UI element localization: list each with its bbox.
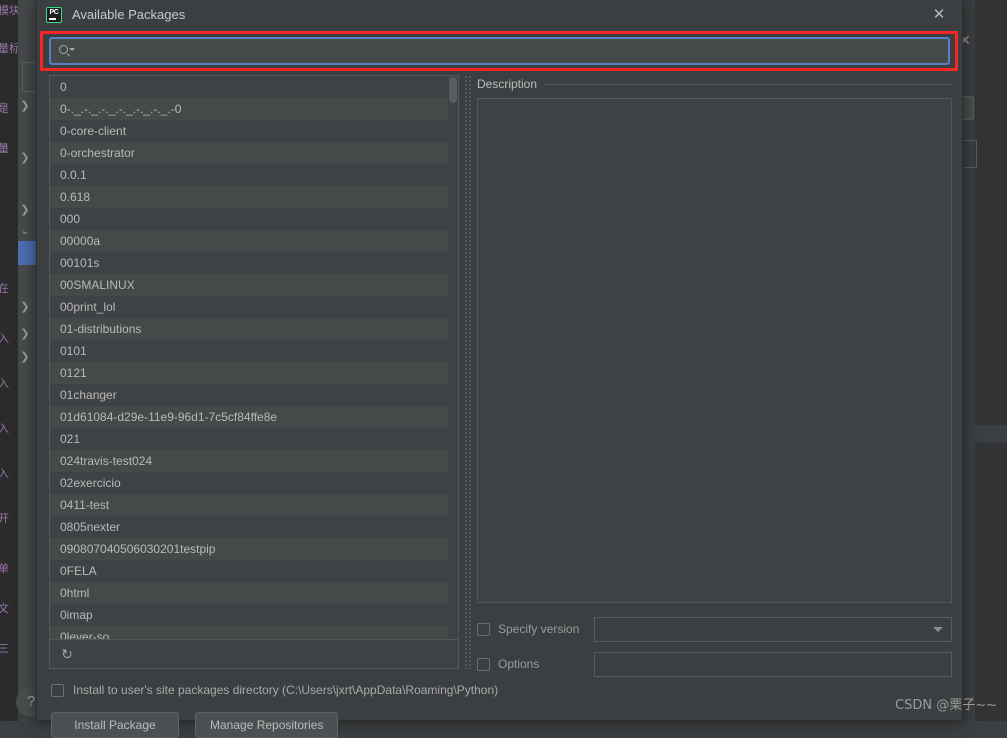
package-list-item[interactable]: 0101 bbox=[50, 340, 458, 362]
package-list-panel: 0 0-._.-._.-._.-._.-._.-._.-0 0-core-clien… bbox=[49, 75, 459, 669]
package-list-item[interactable]: 00000a bbox=[50, 230, 458, 252]
user-site-checkbox[interactable] bbox=[51, 683, 64, 697]
refresh-icon[interactable]: ↻ bbox=[59, 646, 75, 662]
dialog-title: Available Packages bbox=[72, 7, 186, 22]
background-cn-text: 入 bbox=[0, 422, 9, 435]
background-cn-text: 入 bbox=[0, 467, 9, 480]
search-input-wrapper[interactable] bbox=[49, 37, 950, 65]
package-list-item[interactable]: 0 bbox=[50, 76, 458, 98]
background-tree-chevron[interactable]: ❯ bbox=[18, 300, 32, 313]
options-checkbox[interactable] bbox=[477, 657, 490, 671]
package-list-item[interactable]: 0.0.1 bbox=[50, 164, 458, 186]
background-tree-chevron[interactable]: ❯ bbox=[18, 350, 32, 363]
specify-version-dropdown[interactable] bbox=[594, 616, 952, 642]
description-separator bbox=[545, 83, 952, 85]
package-list-item[interactable]: 021 bbox=[50, 428, 458, 450]
panel-splitter[interactable] bbox=[463, 75, 471, 669]
dialog-titlebar: PC Available Packages ✕ bbox=[37, 0, 962, 29]
package-list-item[interactable]: 00print_lol bbox=[50, 296, 458, 318]
background-cn-text: 入 bbox=[0, 332, 9, 345]
specify-version-label: Specify version bbox=[498, 622, 580, 636]
package-list-item[interactable]: 0-orchestrator bbox=[50, 142, 458, 164]
package-list-item[interactable]: 0805nexter bbox=[50, 516, 458, 538]
description-label: Description bbox=[477, 77, 538, 91]
package-list-item[interactable]: 0-core-client bbox=[50, 120, 458, 142]
specify-version-row: Specify version bbox=[477, 616, 952, 642]
options-label: Options bbox=[498, 657, 540, 671]
description-header: Description bbox=[477, 75, 952, 93]
dialog-body: 0 0-._.-._.-._.-._.-._.-._.-0 0-core-clien… bbox=[37, 71, 964, 738]
background-tree-chevron[interactable]: ❯ bbox=[18, 327, 32, 340]
specify-version-checkbox[interactable] bbox=[477, 622, 490, 636]
search-input[interactable] bbox=[74, 40, 948, 62]
background-cn-text: 量标准库 bbox=[0, 42, 18, 55]
background-cn-text: 文 bbox=[0, 602, 9, 615]
description-content bbox=[477, 98, 952, 603]
search-row bbox=[37, 33, 964, 69]
background-cn-text: 开 bbox=[0, 512, 9, 525]
background-cn-text: 量 bbox=[0, 142, 9, 155]
package-list-item[interactable]: 024travis-test024 bbox=[50, 450, 458, 472]
description-panel: Description bbox=[477, 75, 952, 607]
background-tree-chevron-expanded[interactable]: ⌄ bbox=[18, 224, 32, 237]
background-cn-text: 三 bbox=[0, 642, 9, 655]
package-list-scrollbar[interactable] bbox=[448, 76, 458, 641]
package-list-item[interactable]: 0html bbox=[50, 582, 458, 604]
user-site-row: Install to user's site packages director… bbox=[51, 683, 498, 697]
background-tree-chevron[interactable]: ❯ bbox=[18, 203, 32, 216]
package-list-item[interactable]: 02exercicio bbox=[50, 472, 458, 494]
background-editor-strip: 模块的 量标准库 是 量 在 入 入 入 入 开 单 文 三 bbox=[0, 0, 18, 721]
package-list-item[interactable]: 090807040506030201testpip bbox=[50, 538, 458, 560]
package-list-item[interactable]: 0.618 bbox=[50, 186, 458, 208]
package-list[interactable]: 0 0-._.-._.-._.-._.-._.-._.-0 0-core-clien… bbox=[50, 76, 458, 641]
package-list-item[interactable]: 00101s bbox=[50, 252, 458, 274]
package-list-item[interactable]: 0FELA bbox=[50, 560, 458, 582]
package-list-item[interactable]: 000 bbox=[50, 208, 458, 230]
background-right-strip-row bbox=[975, 425, 1007, 443]
package-list-item[interactable]: 0411-test bbox=[50, 494, 458, 516]
background-tree-chevron[interactable]: ❯ bbox=[18, 151, 32, 164]
background-cn-text: 入 bbox=[0, 377, 9, 390]
package-list-footer: ↻ bbox=[50, 639, 458, 668]
package-list-item[interactable]: 0-._.-._.-._.-._.-._.-._.-0 bbox=[50, 98, 458, 120]
background-cn-text: 单 bbox=[0, 562, 9, 575]
dialog-button-bar: Install Package Manage Repositories bbox=[51, 712, 339, 738]
package-list-scrollbar-thumb[interactable] bbox=[449, 77, 457, 103]
package-list-item[interactable]: 01changer bbox=[50, 384, 458, 406]
background-cn-text: 是 bbox=[0, 102, 9, 115]
background-tree-chevron[interactable]: ❯ bbox=[18, 99, 32, 112]
background-cn-text: 在 bbox=[0, 282, 9, 295]
pycharm-icon: PC bbox=[46, 6, 62, 23]
background-cn-text: 模块的 bbox=[0, 4, 18, 17]
manage-repositories-button[interactable]: Manage Repositories bbox=[195, 712, 339, 738]
package-list-item[interactable]: 0imap bbox=[50, 604, 458, 626]
package-list-item[interactable]: 01-distributions bbox=[50, 318, 458, 340]
chevron-down-icon bbox=[933, 626, 943, 632]
install-package-button[interactable]: Install Package bbox=[51, 712, 179, 738]
background-right-strip bbox=[975, 0, 1007, 721]
package-list-item[interactable]: 0121 bbox=[50, 362, 458, 384]
package-list-item[interactable]: 01d61084-d29e-11e9-96d1-7c5cf84ffe8e bbox=[50, 406, 458, 428]
user-site-label: Install to user's site packages director… bbox=[73, 683, 499, 697]
search-icon[interactable] bbox=[58, 43, 75, 59]
close-icon[interactable]: ✕ bbox=[930, 6, 948, 24]
options-input[interactable] bbox=[594, 651, 952, 677]
package-list-item[interactable]: 00SMALINUX bbox=[50, 274, 458, 296]
available-packages-dialog: PC Available Packages ✕ 0 0-._.-._.-._.-.… bbox=[36, 0, 964, 738]
options-row: Options bbox=[477, 651, 952, 677]
